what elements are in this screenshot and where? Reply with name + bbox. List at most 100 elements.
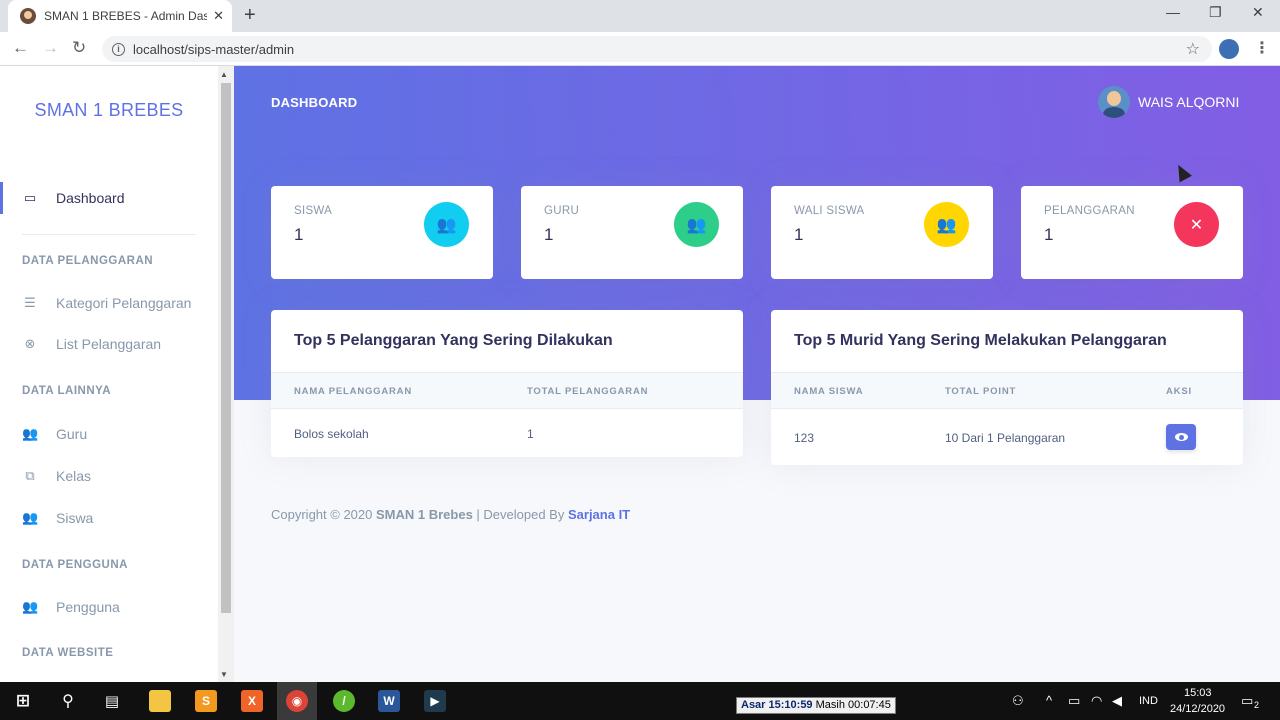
browser-tab[interactable]: SMAN 1 BREBES - Admin Dashboard ✕ [8, 0, 232, 32]
section-heading-pelanggaran: DATA PELANGGARAN [22, 255, 154, 267]
minimize-icon[interactable]: — [1166, 4, 1180, 20]
windows-start-icon[interactable]: ⊞ [12, 690, 34, 712]
search-icon[interactable]: ⚲ [57, 690, 79, 712]
close-window-icon[interactable]: ✕ [1252, 4, 1264, 21]
tab-title: SMAN 1 BREBES - Admin Dashboard [44, 9, 208, 23]
battery-icon[interactable]: ▭ [1068, 693, 1080, 709]
file-explorer-icon[interactable] [149, 690, 171, 712]
taskbar: ⊞ ⚲ ▤ S X ◉ / W ▶ [0, 682, 1280, 720]
stat-value: 1 [294, 225, 304, 244]
users-icon: 👥 [924, 202, 969, 247]
volume-icon[interactable]: ◀ [1112, 693, 1122, 709]
clock-date[interactable]: 24/12/2020 [1170, 703, 1225, 715]
sublime-text-icon[interactable]: S [195, 690, 217, 712]
sidebar-item-label: Kelas [56, 468, 92, 484]
scrollbar-thumb[interactable] [221, 83, 231, 613]
sidebar-item-siswa[interactable]: 👥 Siswa [22, 510, 93, 526]
page-title: DASHBOARD [271, 95, 358, 110]
sidebar-item-pengguna[interactable]: 👥 Pengguna [22, 599, 120, 615]
card-title: Top 5 Murid Yang Sering Melakukan Pelang… [794, 332, 1167, 349]
brand-title[interactable]: SMAN 1 BREBES [0, 100, 218, 121]
xampp-icon[interactable]: X [241, 690, 263, 712]
sidebar-item-list[interactable]: ⊗ List Pelanggaran [22, 336, 162, 352]
bookmark-star-icon[interactable]: ☆ [1186, 39, 1200, 59]
footer-separator: | Developed By [476, 507, 565, 522]
people-icon[interactable]: ⚇ [1012, 693, 1024, 709]
scroll-down-icon[interactable]: ▼ [220, 670, 228, 679]
table-cell: 123 [794, 431, 815, 445]
sidebar-item-kelas[interactable]: ⧉ Kelas [22, 468, 91, 484]
task-view-icon[interactable]: ▤ [101, 690, 123, 712]
sidebar-item-label: Dashboard [56, 190, 125, 206]
sidebar-item-label: Guru [56, 426, 88, 442]
video-editor-icon[interactable]: ▶ [424, 690, 446, 712]
footer-school[interactable]: SMAN 1 Brebes [376, 507, 473, 522]
address-bar[interactable]: i localhost/sips-master/admin ☆ [102, 36, 1212, 62]
users-icon: 👥 [22, 599, 39, 614]
eye-icon [1174, 433, 1188, 441]
footer: Copyright © 2020 SMAN 1 Brebes | Develop… [271, 507, 630, 522]
user-name: WAIS ALQORNI [1138, 94, 1240, 110]
sidebar-item-dashboard[interactable]: ▭ Dashboard [22, 190, 125, 206]
footer-developer-link[interactable]: Sarjana IT [568, 507, 630, 522]
prayer-time-label: Asar 15:10:59 [741, 699, 813, 711]
section-heading-lainnya: DATA LAINNYA [22, 385, 112, 397]
users-icon: 👥 [22, 510, 39, 525]
stat-label: GURU [544, 205, 580, 217]
browser-menu-icon[interactable]: ⋮ [1254, 38, 1270, 58]
active-indicator [0, 182, 3, 214]
column-header: NAMA PELANGGARAN [294, 386, 413, 397]
forward-icon[interactable]: → [42, 38, 59, 58]
new-tab-icon[interactable]: + [244, 5, 256, 25]
sidebar-divider [22, 234, 196, 235]
users-icon: 👥 [674, 202, 719, 247]
stat-card-siswa: SISWA 1 👥 [271, 186, 493, 279]
chevron-up-icon[interactable]: ^ [1046, 693, 1052, 708]
profile-icon[interactable] [1219, 39, 1239, 59]
stat-value: 1 [794, 225, 804, 244]
column-header: TOTAL POINT [945, 386, 1017, 397]
language-indicator[interactable]: IND [1139, 695, 1158, 707]
close-tab-icon[interactable]: ✕ [213, 8, 224, 24]
column-header: AKSI [1166, 386, 1192, 397]
users-icon: 👥 [22, 426, 39, 441]
table-header: NAMA SISWA TOTAL POINT AKSI [771, 372, 1243, 409]
prayer-time-widget[interactable]: Asar 15:10:59 Masih 00:07:45 [736, 697, 896, 714]
clock-time[interactable]: 15:03 [1184, 687, 1212, 699]
app-icon[interactable]: / [333, 690, 355, 712]
url-text: localhost/sips-master/admin [133, 41, 295, 57]
avatar [1098, 86, 1130, 118]
notification-count: 2 [1254, 700, 1260, 710]
reload-icon[interactable]: ↻ [72, 38, 86, 58]
stat-label: SISWA [294, 205, 333, 217]
view-detail-button[interactable] [1166, 424, 1196, 450]
clone-icon: ⧉ [25, 468, 35, 483]
restore-icon[interactable]: ❐ [1209, 4, 1222, 21]
table-card-top-murid: Top 5 Murid Yang Sering Melakukan Pelang… [771, 310, 1243, 465]
word-icon[interactable]: W [378, 690, 400, 712]
stat-label: WALI SISWA [794, 205, 865, 217]
stat-card-pelanggaran: PELANGGARAN 1 ✕ [1021, 186, 1243, 279]
back-icon[interactable]: ← [12, 38, 29, 58]
column-header: TOTAL PELANGGARAN [527, 386, 649, 397]
stat-value: 1 [544, 225, 554, 244]
user-menu[interactable]: WAIS ALQORNI [1098, 86, 1239, 118]
notification-icon[interactable]: ▭ [1241, 693, 1253, 709]
sidebar-item-guru[interactable]: 👥 Guru [22, 426, 87, 442]
sidebar: SMAN 1 BREBES ▭ Dashboard DATA PELANGGAR… [0, 66, 218, 682]
browser-tabbar: SMAN 1 BREBES - Admin Dashboard ✕ + — ❐ … [0, 0, 1280, 32]
table-card-top-pelanggaran: Top 5 Pelanggaran Yang Sering Dilakukan … [271, 310, 743, 457]
info-icon[interactable]: i [112, 42, 125, 56]
chrome-icon[interactable]: ◉ [286, 690, 308, 712]
sidebar-item-kategori[interactable]: ☰ Kategori Pelanggaran [22, 295, 191, 311]
sidebar-item-label: List Pelanggaran [56, 336, 162, 352]
scroll-up-icon[interactable]: ▲ [220, 70, 228, 79]
stat-card-wali-siswa: WALI SISWA 1 👥 [771, 186, 993, 279]
section-heading-pengguna: DATA PENGGUNA [22, 559, 128, 571]
stat-value: 1 [1044, 225, 1054, 244]
section-heading-website: DATA WEBSITE [22, 647, 114, 659]
table-header: NAMA PELANGGARAN TOTAL PELANGGARAN [271, 372, 743, 409]
table-cell: 10 Dari 1 Pelanggaran [945, 431, 1066, 445]
wifi-icon[interactable]: ◠ [1091, 693, 1102, 709]
sidebar-item-label: Kategori Pelanggaran [56, 295, 192, 311]
